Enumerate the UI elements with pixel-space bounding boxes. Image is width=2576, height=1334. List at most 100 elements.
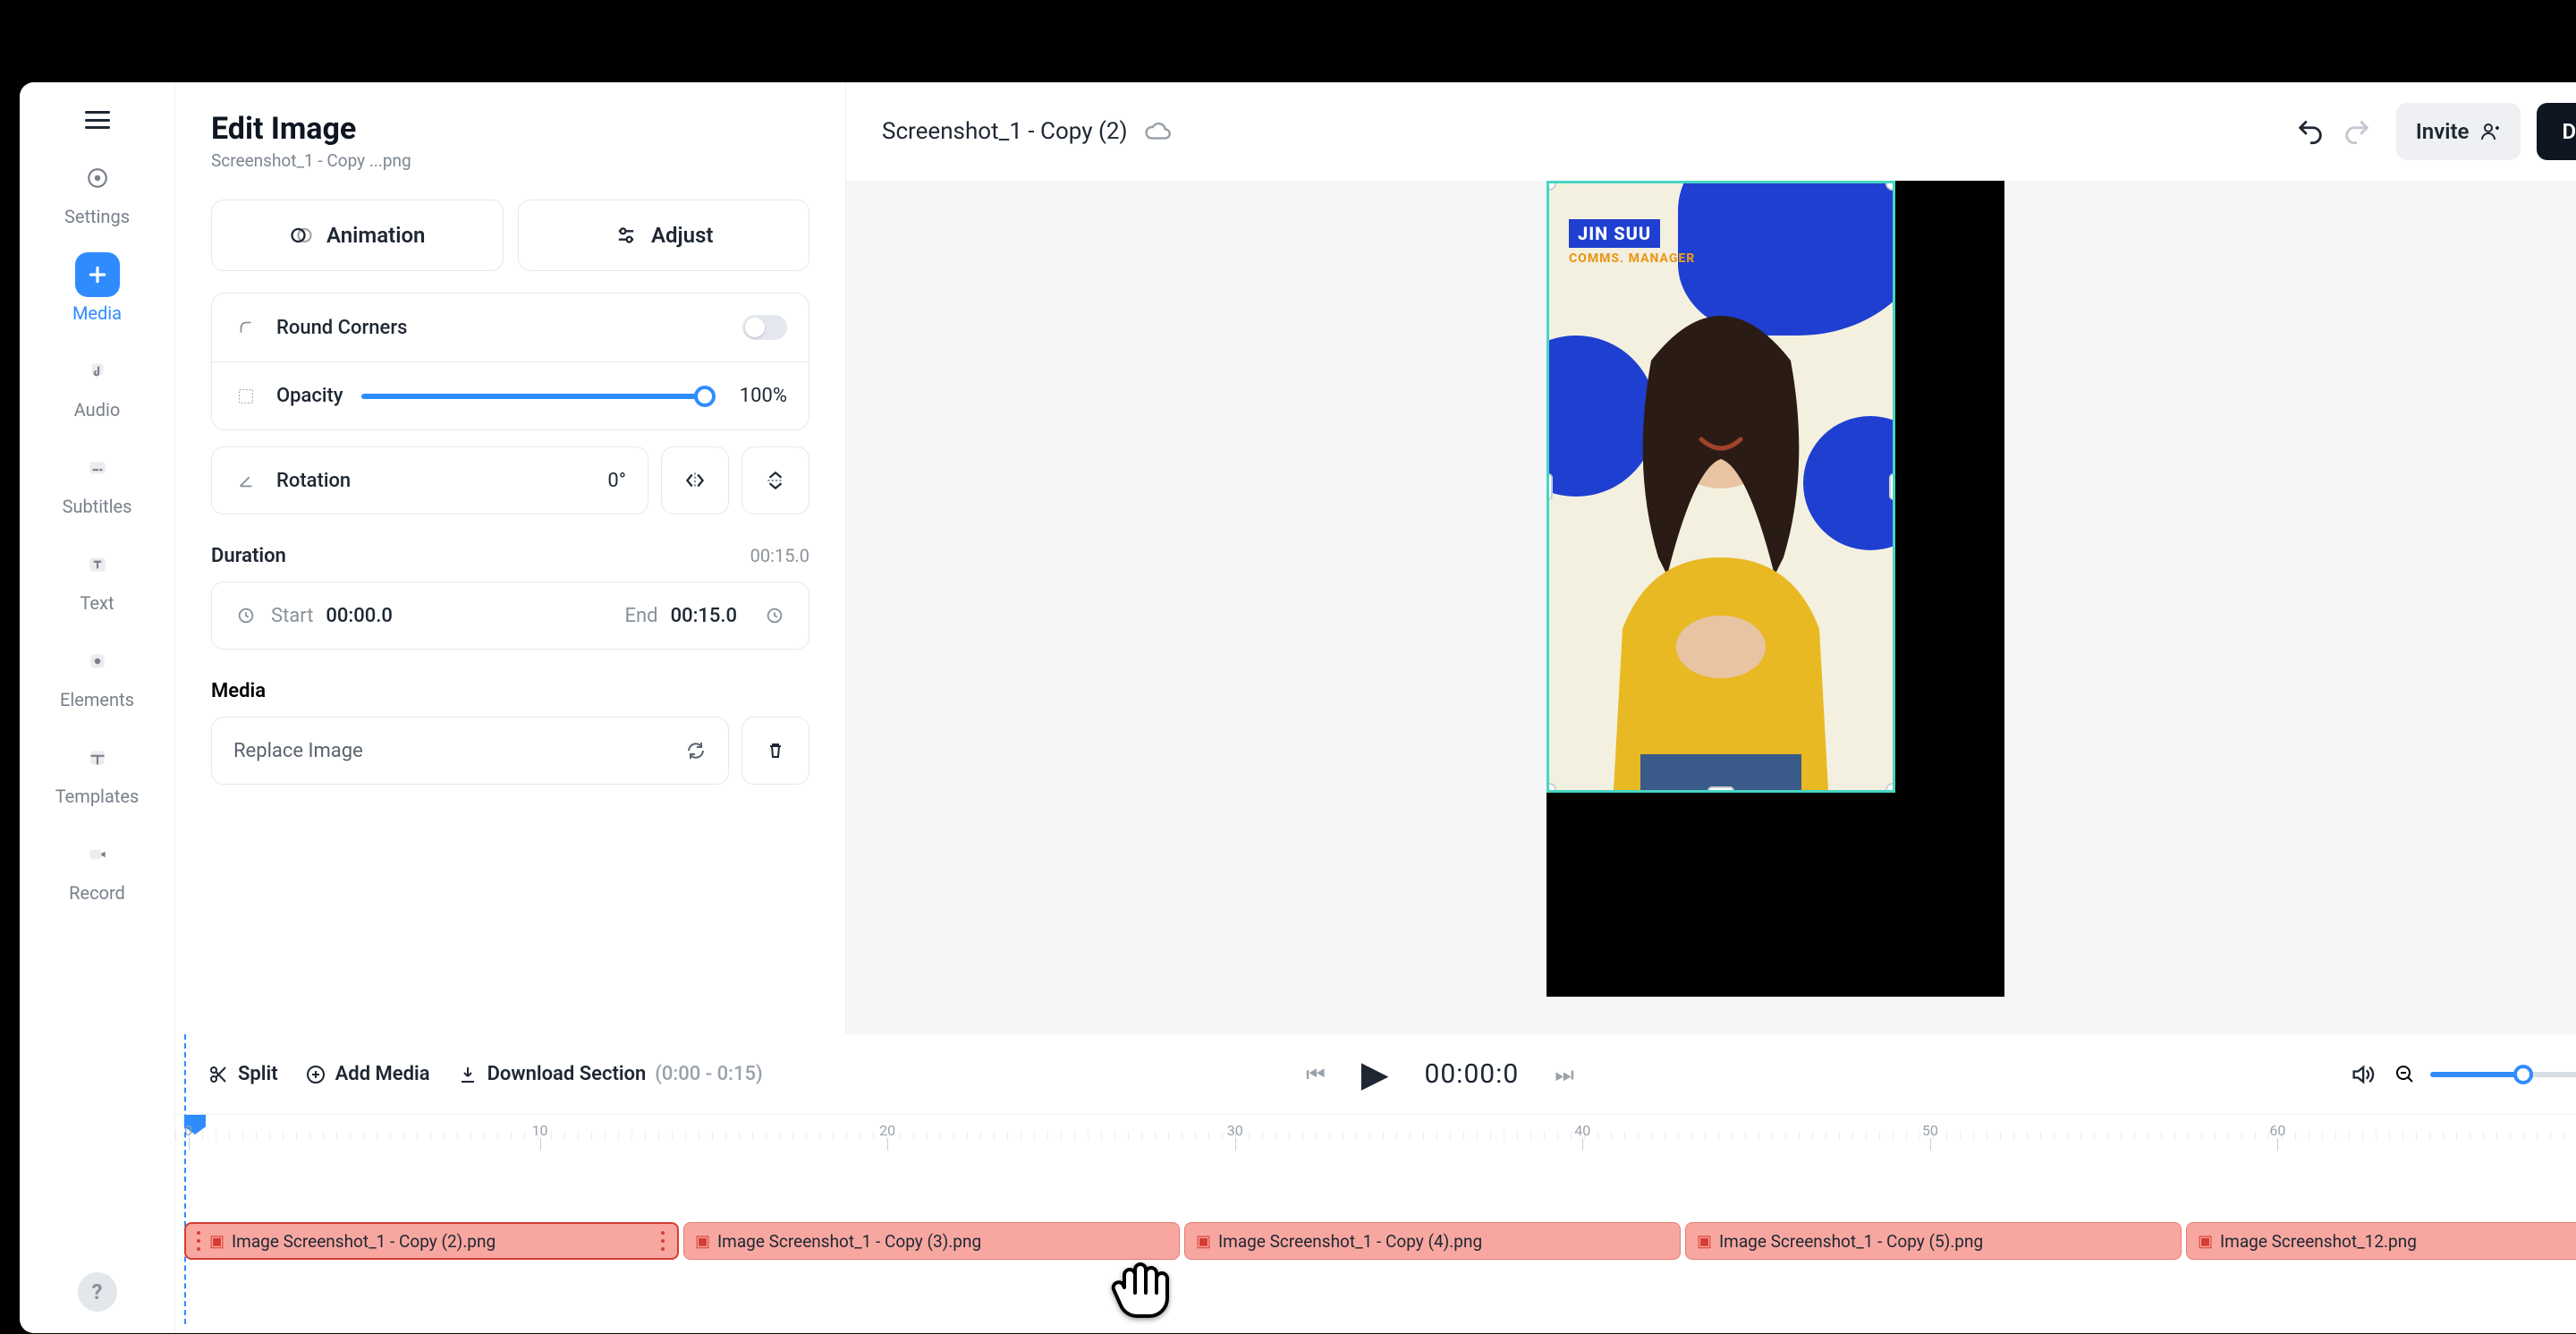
tab-label: Adjust xyxy=(651,223,713,248)
skip-forward-button[interactable]: ⏭ xyxy=(1555,1062,1574,1087)
download-section-button[interactable]: Download Section (0:00 - 0:15) xyxy=(457,1063,763,1085)
rail-audio[interactable]: Audio xyxy=(20,340,174,429)
image-icon: ▣ xyxy=(1196,1232,1211,1251)
start-value: 00:00.0 xyxy=(326,605,392,627)
zoom-slider[interactable] xyxy=(2430,1072,2576,1077)
clip-label: Image Screenshot_12.png xyxy=(2220,1231,2417,1252)
rail-templates[interactable]: Templates xyxy=(20,726,174,816)
split-button[interactable]: Split xyxy=(208,1063,278,1085)
rail-label: Elements xyxy=(60,689,134,710)
skip-back-button[interactable]: ⏮ xyxy=(1306,1062,1326,1087)
rail-label: Media xyxy=(72,302,122,324)
split-label: Split xyxy=(238,1063,278,1085)
project-title[interactable]: Screenshot_1 - Copy (2) xyxy=(882,118,1128,145)
done-button[interactable]: Done xyxy=(2537,103,2576,160)
animation-icon xyxy=(289,223,314,248)
rail-settings[interactable]: Settings xyxy=(20,147,174,236)
resize-handle[interactable] xyxy=(1885,783,1895,793)
timeline-clip[interactable]: ▣Image Screenshot_1 - Copy (3).png xyxy=(683,1222,1180,1260)
elements-icon xyxy=(75,639,120,684)
duration-box[interactable]: Start 00:00.0 End 00:15.0 xyxy=(211,582,809,650)
rail-elements[interactable]: Elements xyxy=(20,630,174,719)
download-label: Download Section xyxy=(487,1063,647,1085)
rotation-input[interactable] xyxy=(369,470,626,492)
rotation-label: Rotation xyxy=(276,470,351,492)
video-canvas[interactable]: JIN SUU COMMS. MANAGER xyxy=(1546,181,2004,997)
clock-icon xyxy=(233,603,258,628)
duration-total: 00:15.0 xyxy=(750,545,809,566)
ruler-tick: 30 xyxy=(1227,1122,1243,1139)
undo-button[interactable] xyxy=(2287,108,2334,155)
corner-icon xyxy=(233,315,258,340)
plus-circle-icon xyxy=(305,1064,326,1085)
plus-icon xyxy=(75,252,120,297)
opacity-row: Opacity 100% xyxy=(212,361,809,429)
timeline-clip[interactable]: ▣Image Screenshot_1 - Copy (2).png xyxy=(184,1222,679,1260)
rail-subtitles[interactable]: Subtitles xyxy=(20,437,174,526)
flip-h-icon xyxy=(683,469,707,492)
rail-label: Settings xyxy=(64,206,130,227)
panel-title: Edit Image xyxy=(211,111,809,147)
replace-image-button[interactable]: Replace Image xyxy=(211,717,729,785)
rail-label: Text xyxy=(80,592,114,614)
zoom-out-button[interactable] xyxy=(2394,1064,2416,1085)
resize-handle[interactable] xyxy=(1546,473,1553,500)
delete-media-button[interactable] xyxy=(741,717,809,785)
flip-horizontal-button[interactable] xyxy=(661,446,729,514)
animation-tab[interactable]: Animation xyxy=(211,200,504,271)
image-overlay-text: JIN SUU COMMS. MANAGER xyxy=(1569,219,1695,266)
opacity-icon xyxy=(233,384,258,409)
menu-button[interactable] xyxy=(78,100,117,140)
image-icon: ▣ xyxy=(2198,1232,2213,1251)
resize-handle[interactable] xyxy=(1889,473,1895,500)
subtitles-icon xyxy=(75,446,120,490)
ruler-tick: 50 xyxy=(1922,1122,1938,1139)
timeline-clip[interactable]: ▣Image Screenshot_1 - Copy (4).png xyxy=(1184,1222,1681,1260)
rail-text[interactable]: Text xyxy=(20,533,174,623)
rail-label: Audio xyxy=(74,399,121,421)
download-icon xyxy=(457,1064,479,1085)
rail-record[interactable]: Record xyxy=(20,823,174,913)
end-value: 00:15.0 xyxy=(671,605,737,627)
text-icon xyxy=(75,542,120,587)
rail-media[interactable]: Media xyxy=(20,243,174,333)
timeline-tracks[interactable]: ▣Image Screenshot_1 - Copy (2).png▣Image… xyxy=(175,1160,2576,1263)
adjust-tab[interactable]: Adjust xyxy=(518,200,810,271)
add-media-button[interactable]: Add Media xyxy=(305,1063,430,1085)
scissors-icon xyxy=(208,1064,229,1085)
top-bar: Screenshot_1 - Copy (2) Invite Done xyxy=(846,82,2576,181)
music-note-icon xyxy=(75,349,120,394)
invite-button[interactable]: Invite xyxy=(2396,103,2521,160)
canvas-area[interactable]: JIN SUU COMMS. MANAGER xyxy=(846,181,2576,1034)
flip-v-icon xyxy=(764,469,787,492)
ruler-tick: 10 xyxy=(532,1122,548,1139)
redo-button[interactable] xyxy=(2334,108,2380,155)
resize-handle[interactable] xyxy=(1546,783,1556,793)
resize-handle[interactable] xyxy=(1546,181,1556,191)
playhead-line xyxy=(184,1034,186,1324)
ruler-tick: 20 xyxy=(879,1122,895,1139)
help-button[interactable]: ? xyxy=(78,1272,117,1312)
flip-vertical-button[interactable] xyxy=(741,446,809,514)
opacity-slider[interactable] xyxy=(361,394,710,399)
selected-image[interactable]: JIN SUU COMMS. MANAGER xyxy=(1546,181,1895,793)
timeline-clip[interactable]: ▣Image Screenshot_1 - Copy (5).png xyxy=(1685,1222,2182,1260)
rail-label: Subtitles xyxy=(63,496,132,517)
round-corners-toggle[interactable] xyxy=(742,315,787,340)
settings-icon xyxy=(75,156,120,200)
rail-label: Record xyxy=(69,882,125,904)
round-corners-label: Round Corners xyxy=(276,317,407,339)
time-display: 00:00:0 xyxy=(1424,1058,1519,1090)
person-illustration xyxy=(1569,289,1873,790)
timeline-ruler[interactable]: 010203040506070 xyxy=(175,1115,2576,1160)
image-icon: ▣ xyxy=(209,1232,225,1251)
timeline-clip[interactable]: ▣ Image Screenshot_12.png xyxy=(2186,1222,2576,1260)
play-button[interactable]: ▶ xyxy=(1361,1053,1389,1095)
volume-button[interactable] xyxy=(2350,1062,2375,1087)
cloud-sync-icon[interactable] xyxy=(1144,118,1171,145)
left-rail: Settings Media Audio Subtitles Text xyxy=(20,82,175,1333)
invite-label: Invite xyxy=(2416,119,2470,144)
resize-handle[interactable] xyxy=(1707,786,1734,793)
rotation-field[interactable]: Rotation xyxy=(211,446,648,514)
refresh-icon xyxy=(685,740,707,761)
